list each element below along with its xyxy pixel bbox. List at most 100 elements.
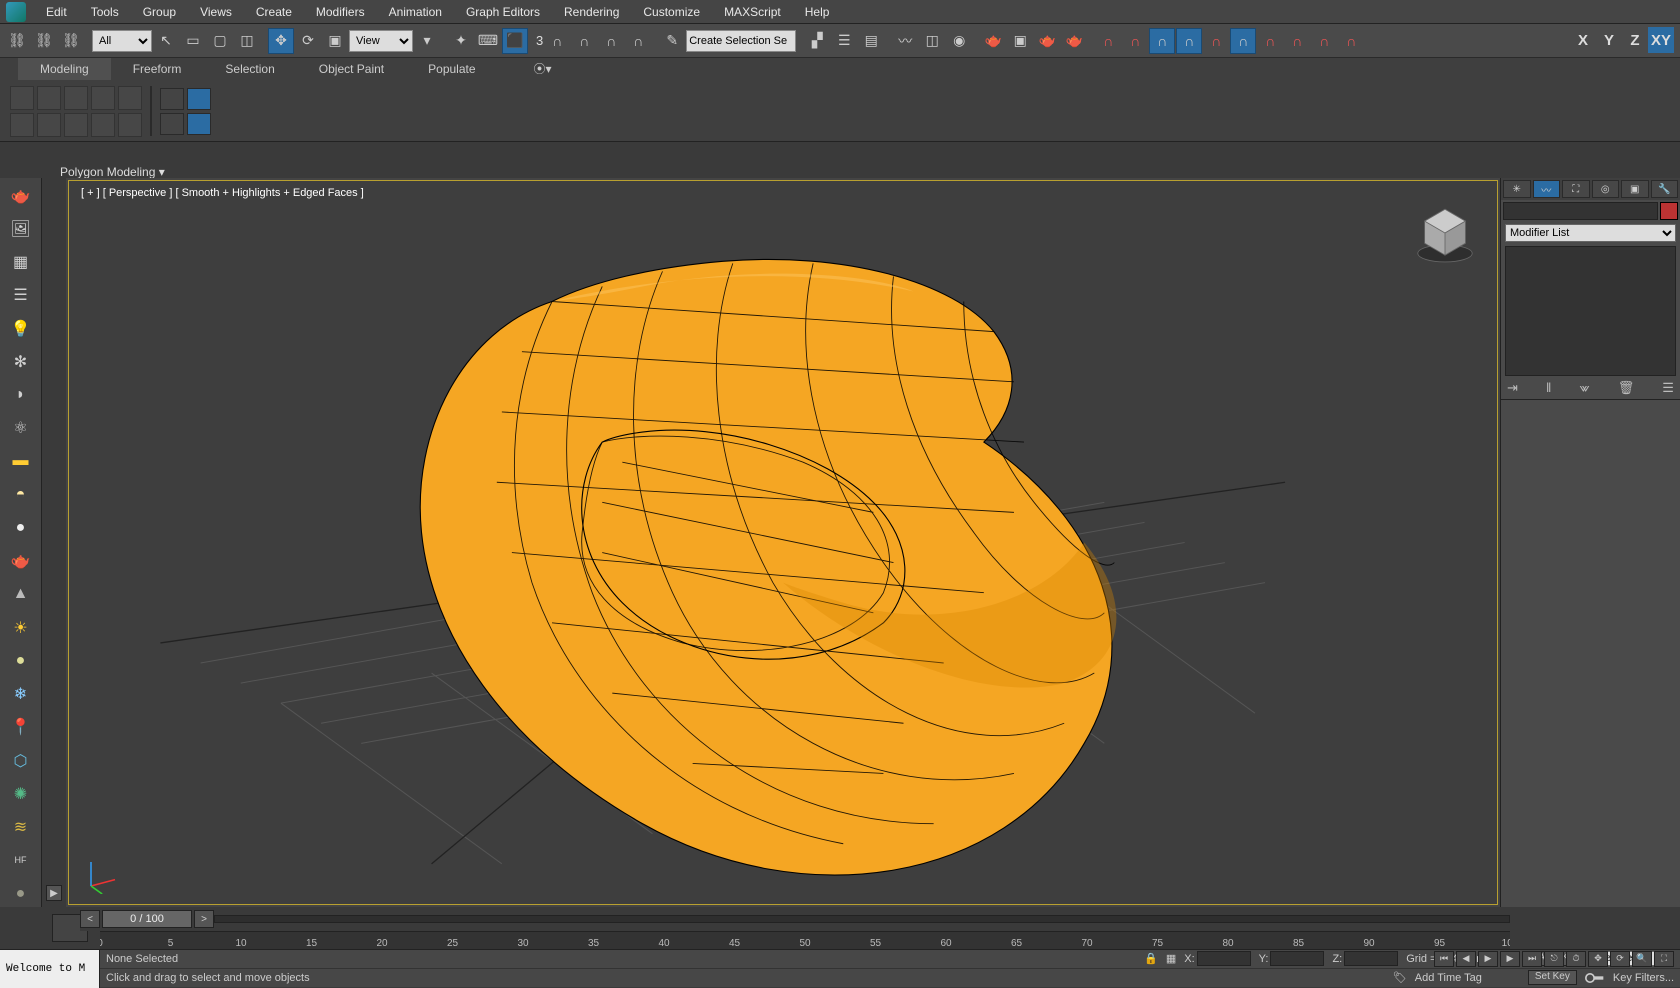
object-name-input[interactable] — [1503, 202, 1658, 220]
ribbon-toggle-c[interactable] — [160, 113, 184, 135]
sphere-icon[interactable]: ● — [7, 514, 35, 541]
menu-rendering[interactable]: Rendering — [552, 0, 631, 24]
select-move-icon[interactable]: ✥ — [268, 28, 294, 54]
key-filters-button[interactable]: Key Filters... — [1613, 972, 1674, 984]
menu-create[interactable]: Create — [244, 0, 304, 24]
slideout-arrow-icon[interactable]: ▶ — [46, 885, 62, 901]
compass-icon[interactable]: ⬡ — [7, 747, 35, 774]
modifier-stack[interactable] — [1505, 246, 1676, 376]
percent-snap-icon[interactable]: ∩ — [571, 28, 597, 54]
teapot2-icon[interactable]: 🫖 — [7, 548, 35, 575]
select-by-name-icon[interactable]: ▭ — [180, 28, 206, 54]
next-frame-icon[interactable]: ▶ — [1500, 951, 1520, 967]
prev-frame-icon[interactable]: ◀ — [1456, 951, 1476, 967]
tab-modeling[interactable]: Modeling — [18, 58, 111, 80]
object-color-swatch[interactable] — [1660, 202, 1678, 220]
snap-toggle-icon[interactable]: ⬛ — [502, 28, 528, 54]
ribbon-toggle-a[interactable] — [160, 88, 184, 110]
time-slider[interactable]: < 0 / 100 > — [80, 907, 1510, 931]
ribbon-btn-10[interactable] — [118, 113, 142, 137]
goto-end-icon[interactable]: ⏭ — [1522, 951, 1542, 967]
edged-snap-icon[interactable]: ∩ — [625, 28, 651, 54]
layers-icon[interactable]: ▤ — [858, 28, 884, 54]
nav-4-icon[interactable]: ⛶ — [1654, 951, 1674, 967]
menu-graph-editors[interactable]: Graph Editors — [454, 0, 552, 24]
time-config-icon[interactable]: ⏱ — [1566, 951, 1586, 967]
time-ruler[interactable]: 0510152025303540455055606570758085909510… — [100, 931, 1510, 949]
physics-icon[interactable]: ⚛ — [7, 415, 35, 442]
viewcube-icon[interactable] — [1411, 199, 1479, 267]
snap-x-icon[interactable]: ∩ — [1095, 28, 1121, 54]
axis-z-button[interactable]: Z — [1622, 27, 1648, 53]
tab-freeform[interactable]: Freeform — [111, 58, 204, 80]
snap-f-icon[interactable]: ∩ — [1311, 28, 1337, 54]
motion-tab-icon[interactable]: ◎ — [1592, 180, 1620, 198]
rock-icon[interactable]: ● — [7, 880, 35, 907]
snap-c-icon[interactable]: ∩ — [1230, 28, 1256, 54]
display-tab-icon[interactable]: ▣ — [1621, 180, 1649, 198]
menu-group[interactable]: Group — [131, 0, 188, 24]
play-icon[interactable]: ▶ — [1478, 951, 1498, 967]
select-scale-icon[interactable]: ▣ — [322, 28, 348, 54]
moon-icon[interactable]: ◗ — [7, 381, 35, 408]
sun-icon[interactable]: ☀ — [7, 614, 35, 641]
plane-icon[interactable]: ▬ — [7, 448, 35, 475]
particle-icon[interactable]: ✻ — [7, 348, 35, 375]
add-time-tag-button[interactable]: Add Time Tag — [1415, 972, 1482, 984]
ribbon-btn-6[interactable] — [10, 113, 34, 137]
cone-icon[interactable]: ▲ — [7, 581, 35, 608]
nav-3-icon[interactable]: 🔍 — [1632, 951, 1652, 967]
render-icon[interactable]: 🫖 — [1034, 28, 1060, 54]
snap-y-icon[interactable]: ∩ — [1122, 28, 1148, 54]
manipulate-icon[interactable]: ✦ — [448, 28, 474, 54]
axis-y-button[interactable]: Y — [1596, 27, 1622, 53]
named-selection-input[interactable] — [686, 30, 796, 52]
rect-select-icon[interactable]: ▢ — [207, 28, 233, 54]
tab-populate[interactable]: Populate — [406, 58, 497, 80]
ribbon-btn-8[interactable] — [64, 113, 88, 137]
render-setup-icon[interactable]: 🫖 — [980, 28, 1006, 54]
ribbon-btn-7[interactable] — [37, 113, 61, 137]
tag-icon[interactable]: 🏷 — [1393, 971, 1407, 984]
snap-e-icon[interactable]: ∩ — [1284, 28, 1310, 54]
remove-mod-icon[interactable]: 🗑 — [1618, 380, 1635, 397]
ribbon-btn-1[interactable] — [10, 86, 34, 110]
menu-tools[interactable]: Tools — [79, 0, 131, 24]
timeslider-next-icon[interactable]: > — [194, 910, 214, 928]
unlink-icon[interactable]: ⛓ — [31, 28, 57, 54]
ribbon-btn-3[interactable] — [64, 86, 88, 110]
ribbon-toggle-b[interactable] — [187, 88, 211, 110]
menu-help[interactable]: Help — [793, 0, 842, 24]
ball-icon[interactable]: ● — [7, 647, 35, 674]
menu-views[interactable]: Views — [188, 0, 244, 24]
ribbon-btn-4[interactable] — [91, 86, 115, 110]
spinner-snap-icon[interactable]: ∩ — [598, 28, 624, 54]
selection-filter-dropdown[interactable]: All — [92, 30, 152, 52]
lock-icon[interactable]: 🔒 — [1144, 952, 1158, 965]
window-crossing-icon[interactable]: ◫ — [234, 28, 260, 54]
curve-editor-icon[interactable]: 〰 — [892, 28, 918, 54]
goto-start-icon[interactable]: ⏮ — [1434, 951, 1454, 967]
utilities-tab-icon[interactable]: 🔧 — [1651, 180, 1679, 198]
x-input[interactable] — [1197, 951, 1251, 966]
modify-tab-icon[interactable]: 〰 — [1533, 180, 1561, 198]
schematic-icon[interactable]: ◫ — [919, 28, 945, 54]
key-icon[interactable] — [1585, 971, 1605, 985]
timeslider-handle[interactable]: 0 / 100 — [102, 910, 192, 928]
rendered-frame-icon[interactable]: ▣ — [1007, 28, 1033, 54]
create-tab-icon[interactable]: ✳ — [1503, 180, 1531, 198]
nav-1-icon[interactable]: ✥ — [1588, 951, 1608, 967]
pin-stack-icon[interactable]: ⇥ — [1507, 380, 1518, 397]
material-editor-icon[interactable]: ◉ — [946, 28, 972, 54]
menu-maxscript[interactable]: MAXScript — [712, 0, 793, 24]
menu-animation[interactable]: Animation — [377, 0, 454, 24]
angle-snap-icon[interactable]: ∩ — [544, 28, 570, 54]
grid-icon[interactable]: ▦ — [7, 248, 35, 275]
dome-icon[interactable]: ◓ — [7, 481, 35, 508]
snap-d-icon[interactable]: ∩ — [1257, 28, 1283, 54]
tab-selection[interactable]: Selection — [203, 58, 296, 80]
select-object-icon[interactable]: ↖ — [153, 28, 179, 54]
menu-edit[interactable]: Edit — [34, 0, 79, 24]
image-icon[interactable]: 🖼 — [7, 215, 35, 242]
pivot-icon[interactable]: ▾ — [414, 28, 440, 54]
